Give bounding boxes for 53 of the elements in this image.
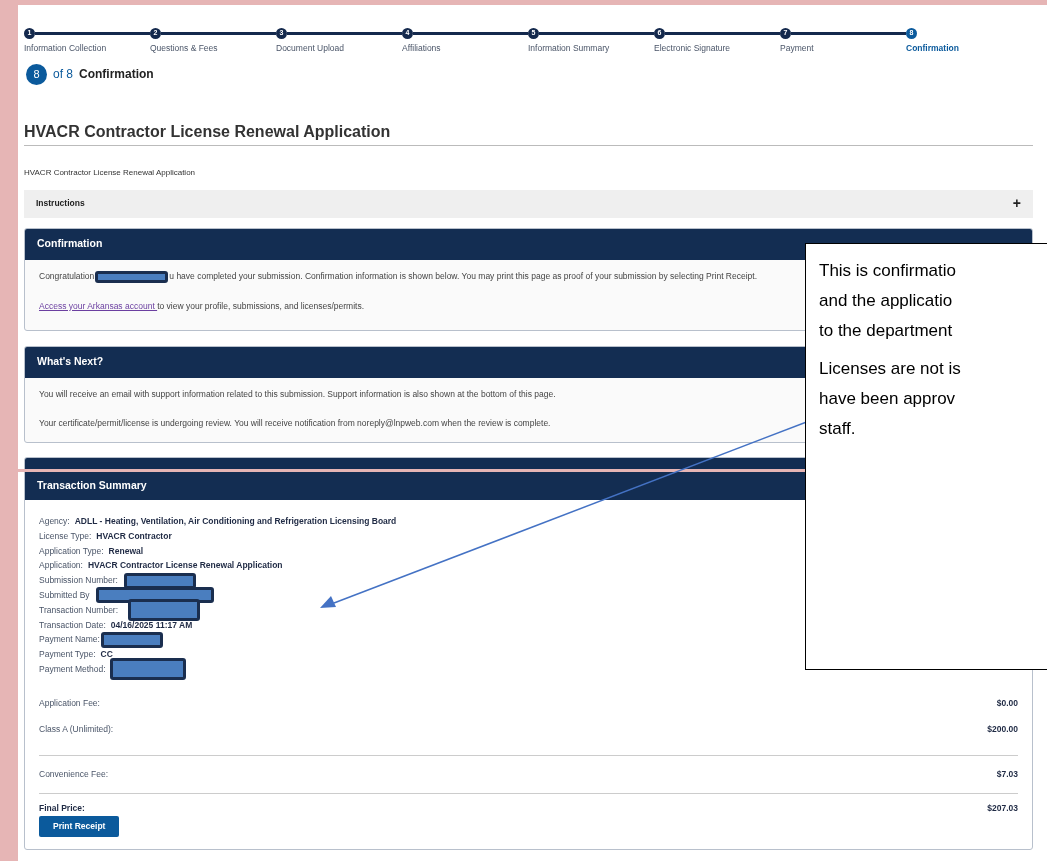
- step-count: of 8: [53, 66, 73, 84]
- detail-label: Application:: [39, 559, 83, 573]
- step-label[interactable]: Information Collection: [24, 42, 150, 55]
- detail-value: CC: [100, 648, 113, 661]
- detail-label: Payment Method:: [39, 663, 106, 676]
- detail-label: License Type:: [39, 529, 92, 543]
- fee-amount: $0.00: [996, 696, 1018, 710]
- fee-amount: $207.03: [987, 802, 1018, 815]
- step-label[interactable]: Electronic Signature: [654, 42, 780, 55]
- fee-amount: $200.00: [987, 722, 1018, 736]
- detail-label: Submitted By: [39, 589, 90, 602]
- step-label[interactable]: Affiliations: [402, 42, 528, 55]
- message-text: Congratulation: [39, 270, 95, 284]
- fee-label: Application Fee:: [39, 696, 100, 710]
- step-badge: 8: [26, 63, 47, 85]
- fee-amount: $7.03: [996, 768, 1018, 781]
- step-label[interactable]: Payment: [780, 42, 906, 55]
- step-title: Confirmation: [79, 66, 154, 84]
- detail-label: Payment Name:: [39, 633, 100, 647]
- page-title: HVACR Contractor License Renewal Application: [24, 121, 392, 142]
- detail-value: HVACR Contractor License Renewal Application: [87, 559, 283, 573]
- instructions-bar[interactable]: Instructions +: [24, 189, 1033, 218]
- detail-value: ADLL - Heating, Ventilation, Air Conditioning and Refrigeration Licensing Board: [74, 515, 397, 528]
- fee-label: Final Price:: [39, 802, 85, 815]
- info-text: You will receive an email with support information related to this submission. Support information is also shown at the bottom of this page.: [39, 387, 556, 401]
- fee-label: Convenience Fee:: [39, 768, 108, 781]
- step-label[interactable]: Document Upload: [276, 42, 402, 55]
- account-link[interactable]: Access your Arkansas account: [39, 300, 158, 311]
- step-label[interactable]: Information Summary: [528, 42, 654, 55]
- info-text: Your certificate/permit/license is undergoing review. You will receive notification from noreply@lnpweb.com when the review is complete.: [39, 417, 551, 430]
- detail-label: Payment Type:: [39, 648, 96, 661]
- subtitle: HVACR Contractor License Renewal Application: [24, 166, 197, 179]
- detail-label: Application Type:: [39, 544, 104, 558]
- callout-text: This is confirmatio and the applicatio to the department: [819, 260, 957, 342]
- detail-label: Submission Number:: [39, 574, 118, 587]
- card-title: Transaction Summary: [37, 478, 147, 494]
- detail-label: Transaction Date:: [39, 618, 106, 632]
- detail-label: Transaction Number:: [39, 603, 119, 617]
- card-title: Confirmation: [37, 236, 103, 252]
- detail-value: Renewal: [108, 544, 144, 558]
- detail-label: Agency:: [39, 515, 70, 528]
- detail-value: 04/16/2025 11:17 AM: [110, 618, 193, 632]
- print-receipt-button[interactable]: Print Receipt: [39, 815, 120, 837]
- instructions-label: Instructions: [36, 197, 85, 211]
- fee-label: Class A (Unlimited):: [39, 722, 114, 736]
- expand-icon[interactable]: +: [1012, 193, 1021, 215]
- step-label[interactable]: Confirmation: [906, 42, 1032, 55]
- step-label[interactable]: Questions & Fees: [150, 42, 276, 55]
- detail-value: HVACR Contractor: [96, 529, 172, 543]
- account-text: Access your Arkansas account to view your profile, submissions, and licenses/permits.: [39, 299, 365, 313]
- card-title: What's Next?: [37, 354, 104, 370]
- callout-text: Licenses are not is have been approv staff.: [819, 358, 962, 440]
- message-text: u have completed your submission. Confirmation information is shown below. You may print this page as proof of your submission by selecting Print Receipt.: [169, 270, 758, 284]
